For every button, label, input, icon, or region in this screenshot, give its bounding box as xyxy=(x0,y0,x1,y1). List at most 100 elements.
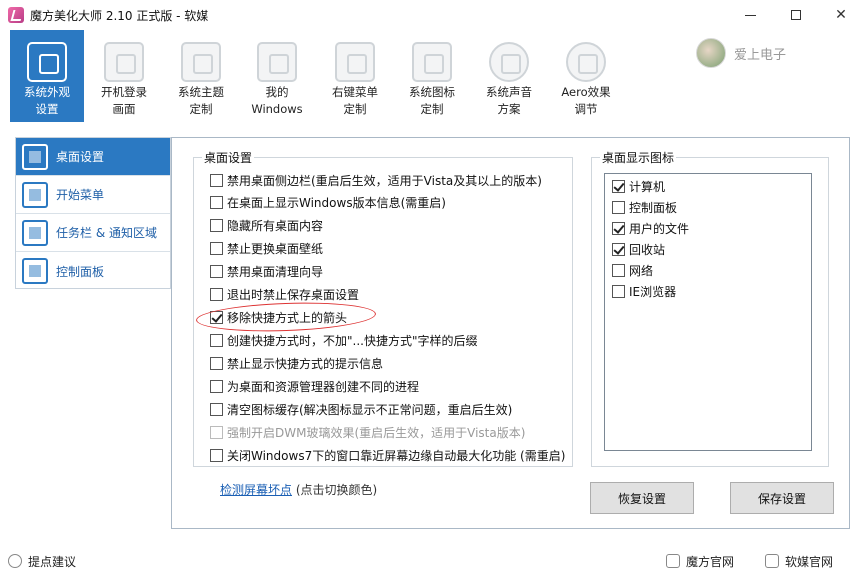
tool-label-line1: 系统外观 xyxy=(24,85,70,99)
screen-check-hint: (点击切换颜色) xyxy=(295,483,378,497)
tool-label-line1: 右键菜单 xyxy=(332,85,378,99)
mofang-site-label: 魔方官网 xyxy=(686,554,735,569)
feedback-link[interactable]: 提点建议 xyxy=(8,553,76,569)
option-disable-aero-snap[interactable]: 关闭Windows7下的窗口靠近屏幕边缘自动最大化功能 (需重启) xyxy=(210,446,565,464)
close-icon: ✕ xyxy=(835,7,847,23)
sidebar-item-control-panel[interactable]: 控制面板 xyxy=(16,252,170,290)
option-label: 禁用桌面侧边栏(重启后生效，适用于Vista及其以上的版本) xyxy=(227,173,542,188)
checkbox[interactable] xyxy=(612,221,625,235)
option-label: 回收站 xyxy=(629,242,666,257)
tool-label-line1: 系统主题 xyxy=(178,85,224,99)
tool-label-line2: 定制 xyxy=(189,102,213,116)
option-no-save-settings[interactable]: 退出时禁止保存桌面设置 xyxy=(210,285,359,303)
checkbox[interactable] xyxy=(210,379,223,393)
option-label: 隐藏所有桌面内容 xyxy=(227,218,324,233)
aero-icon xyxy=(566,42,606,82)
sidebar-item-desktop[interactable]: 桌面设置 xyxy=(16,138,179,176)
option-no-shortcut-tooltip[interactable]: 禁止显示快捷方式的提示信息 xyxy=(210,354,383,372)
save-button[interactable]: 保存设置 xyxy=(730,482,834,514)
tool-appearance[interactable]: 系统外观 设置 xyxy=(10,30,84,122)
checkbox[interactable] xyxy=(210,173,223,187)
option-label: 计算机 xyxy=(629,179,666,194)
tool-my-windows[interactable]: 我的 Windows xyxy=(240,30,314,122)
screen-check-row: 检测屏幕坏点 (点击切换颜色) xyxy=(220,481,377,498)
checkbox[interactable] xyxy=(210,218,223,232)
option-label: 禁止更换桌面壁纸 xyxy=(227,241,324,256)
icon-option-ie[interactable]: IE浏览器 xyxy=(612,282,676,300)
tool-label-line2: 设置 xyxy=(35,102,59,116)
option-label: 在桌面上显示Windows版本信息(需重启) xyxy=(227,195,446,210)
start-menu-icon xyxy=(22,181,48,208)
user-name: 爱上电子 xyxy=(734,47,787,63)
close-button[interactable]: ✕ xyxy=(818,0,864,30)
login-screen-icon xyxy=(104,42,144,82)
ruanmei-site-link[interactable]: 软媒官网 xyxy=(765,553,833,569)
theme-icon xyxy=(181,42,221,82)
option-disable-cleanup-wizard[interactable]: 禁用桌面清理向导 xyxy=(210,262,323,280)
tool-aero[interactable]: Aero效果 调节 xyxy=(549,30,623,122)
tool-system-icons[interactable]: 系统图标 定制 xyxy=(395,30,469,122)
tool-label-line2: 方案 xyxy=(497,102,521,116)
option-label: 网络 xyxy=(629,263,654,278)
option-show-windows-version[interactable]: 在桌面上显示Windows版本信息(需重启) xyxy=(210,193,446,211)
option-separate-process[interactable]: 为桌面和资源管理器创建不同的进程 xyxy=(210,377,419,395)
sidebar-item-taskbar[interactable]: 任务栏 & 通知区域 xyxy=(16,214,170,252)
checkbox[interactable] xyxy=(210,287,223,301)
option-label: 禁用桌面清理向导 xyxy=(227,264,324,279)
tool-label-line1: 开机登录 xyxy=(101,85,147,99)
mofang-site-link[interactable]: 魔方官网 xyxy=(666,553,734,569)
checkbox[interactable] xyxy=(612,284,625,298)
mofang-logo-icon xyxy=(666,554,680,568)
checkbox[interactable] xyxy=(612,179,625,193)
checkbox[interactable] xyxy=(612,200,625,214)
tool-label-line2: 调节 xyxy=(574,102,598,116)
option-disable-sidebar[interactable]: 禁用桌面侧边栏(重启后生效，适用于Vista及其以上的版本) xyxy=(210,171,542,189)
option-clear-icon-cache[interactable]: 清空图标缓存(解决图标显示不正常问题，重启后生效) xyxy=(210,400,512,418)
screen-check-link[interactable]: 检测屏幕坏点 xyxy=(220,483,292,497)
checkbox[interactable] xyxy=(612,263,625,277)
window-title: 魔方美化大师 2.10 正式版 - 软媒 xyxy=(30,9,209,23)
minimize-button[interactable] xyxy=(727,0,773,30)
option-hide-desktop[interactable]: 隐藏所有桌面内容 xyxy=(210,216,323,234)
icon-option-computer[interactable]: 计算机 xyxy=(612,177,665,195)
tool-label-line1: 系统图标 xyxy=(409,85,455,99)
taskbar-icon xyxy=(22,219,48,246)
tool-label-line2: Windows xyxy=(251,102,303,116)
checkbox[interactable] xyxy=(210,195,223,209)
maximize-button[interactable] xyxy=(773,0,819,30)
minimize-icon xyxy=(744,14,756,16)
tool-sound[interactable]: 系统声音 方案 xyxy=(472,30,546,122)
group-title: 桌面显示图标 xyxy=(600,149,677,166)
group-title: 桌面设置 xyxy=(202,149,255,166)
sidebar-item-start-menu[interactable]: 开始菜单 xyxy=(16,176,170,214)
option-no-shortcut-suffix[interactable]: 创建快捷方式时，不加"...快捷方式"字样的后缀 xyxy=(210,331,477,349)
checkbox xyxy=(210,425,223,439)
tool-label-line1: Aero效果 xyxy=(561,85,611,99)
restore-button[interactable]: 恢复设置 xyxy=(590,482,694,514)
option-label: 退出时禁止保存桌面设置 xyxy=(227,287,360,302)
title-bar: 魔方美化大师 2.10 正式版 - 软媒 ✕ xyxy=(0,0,864,30)
checkbox[interactable] xyxy=(210,402,223,416)
sidebar-item-label: 控制面板 xyxy=(56,264,105,279)
icon-option-user-files[interactable]: 用户的文件 xyxy=(612,219,689,237)
option-lock-wallpaper[interactable]: 禁止更换桌面壁纸 xyxy=(210,239,323,257)
checkbox[interactable] xyxy=(210,356,223,370)
checkbox[interactable] xyxy=(612,242,625,256)
icon-option-network[interactable]: 网络 xyxy=(612,261,653,279)
icon-option-control-panel[interactable]: 控制面板 xyxy=(612,198,677,216)
windows-icon xyxy=(257,42,297,82)
user-account[interactable]: 爱上电子 xyxy=(696,38,786,68)
tool-login-screen[interactable]: 开机登录 画面 xyxy=(87,30,161,122)
checkbox[interactable] xyxy=(210,264,223,278)
checkbox[interactable] xyxy=(210,241,223,255)
tool-context-menu[interactable]: 右键菜单 定制 xyxy=(318,30,392,122)
tool-label-line2: 画面 xyxy=(112,102,136,116)
ruanmei-logo-icon xyxy=(765,554,779,568)
tool-label-line1: 系统声音 xyxy=(486,85,532,99)
checkbox[interactable] xyxy=(210,448,223,462)
tool-theme[interactable]: 系统主题 定制 xyxy=(164,30,238,122)
icon-option-recycle-bin[interactable]: 回收站 xyxy=(612,240,665,258)
maximize-icon xyxy=(791,10,801,20)
checkbox[interactable] xyxy=(210,333,223,347)
desktop-settings-icon xyxy=(22,143,48,170)
